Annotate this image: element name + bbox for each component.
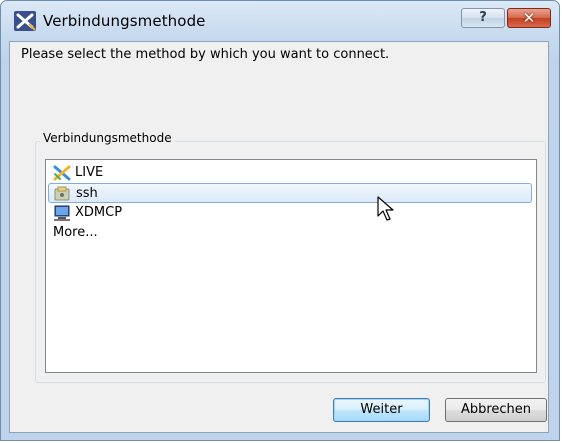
close-icon: ✕ xyxy=(522,9,536,27)
list-item-live[interactable]: LIVE xyxy=(48,163,532,183)
title-bar[interactable]: Verbindungsmethode ? ✕ xyxy=(1,1,559,41)
method-listbox[interactable]: LIVE ssh XDMCP More... xyxy=(45,159,537,373)
help-button[interactable]: ? xyxy=(461,8,505,28)
list-item-label: More... xyxy=(53,225,98,240)
monitor-icon xyxy=(54,205,70,221)
cancel-button[interactable]: Abbrechen xyxy=(445,398,547,422)
prompt-text: Please select the method by which you wa… xyxy=(21,47,390,62)
close-button[interactable]: ✕ xyxy=(507,8,551,28)
app-icon xyxy=(14,11,36,31)
live-x-icon xyxy=(53,165,71,181)
ssh-key-icon xyxy=(54,186,70,201)
list-item-label: XDMCP xyxy=(75,205,123,220)
next-button[interactable]: Weiter xyxy=(333,398,430,422)
list-item-more[interactable]: More... xyxy=(48,223,532,243)
list-item-xdmcp[interactable]: XDMCP xyxy=(48,203,532,223)
groupbox-legend: Verbindungsmethode xyxy=(40,131,175,145)
mouse-cursor-icon xyxy=(377,196,394,221)
help-icon: ? xyxy=(479,10,487,25)
list-item-label: LIVE xyxy=(75,165,104,180)
window-title: Verbindungsmethode xyxy=(43,12,206,30)
list-item-label: ssh xyxy=(76,186,98,201)
list-item-ssh[interactable]: ssh xyxy=(48,183,532,203)
